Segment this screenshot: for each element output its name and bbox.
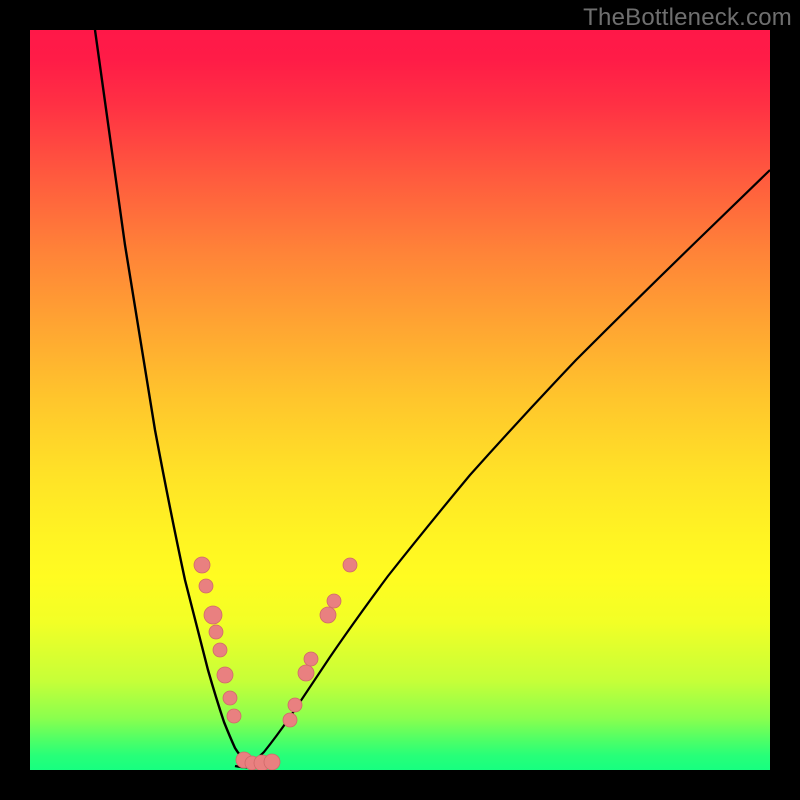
highlight-dot xyxy=(194,557,210,573)
highlight-dot xyxy=(327,594,341,608)
highlight-dot xyxy=(283,713,297,727)
chart-stage: TheBottleneck.com xyxy=(0,0,800,800)
plot-area xyxy=(30,30,770,770)
highlight-dot xyxy=(304,652,318,666)
right-curve xyxy=(248,170,770,765)
highlight-dot xyxy=(213,643,227,657)
highlight-dot xyxy=(227,709,241,723)
highlight-dot xyxy=(199,579,213,593)
highlight-dot xyxy=(320,607,336,623)
highlight-dot xyxy=(204,606,222,624)
highlight-dot xyxy=(343,558,357,572)
watermark-text: TheBottleneck.com xyxy=(583,4,792,32)
highlight-dot xyxy=(288,698,302,712)
curve-layer xyxy=(30,30,770,770)
highlight-dot xyxy=(298,665,314,681)
highlight-dot xyxy=(217,667,233,683)
highlight-dot xyxy=(264,754,280,770)
highlight-dot xyxy=(209,625,223,639)
highlight-dot xyxy=(223,691,237,705)
